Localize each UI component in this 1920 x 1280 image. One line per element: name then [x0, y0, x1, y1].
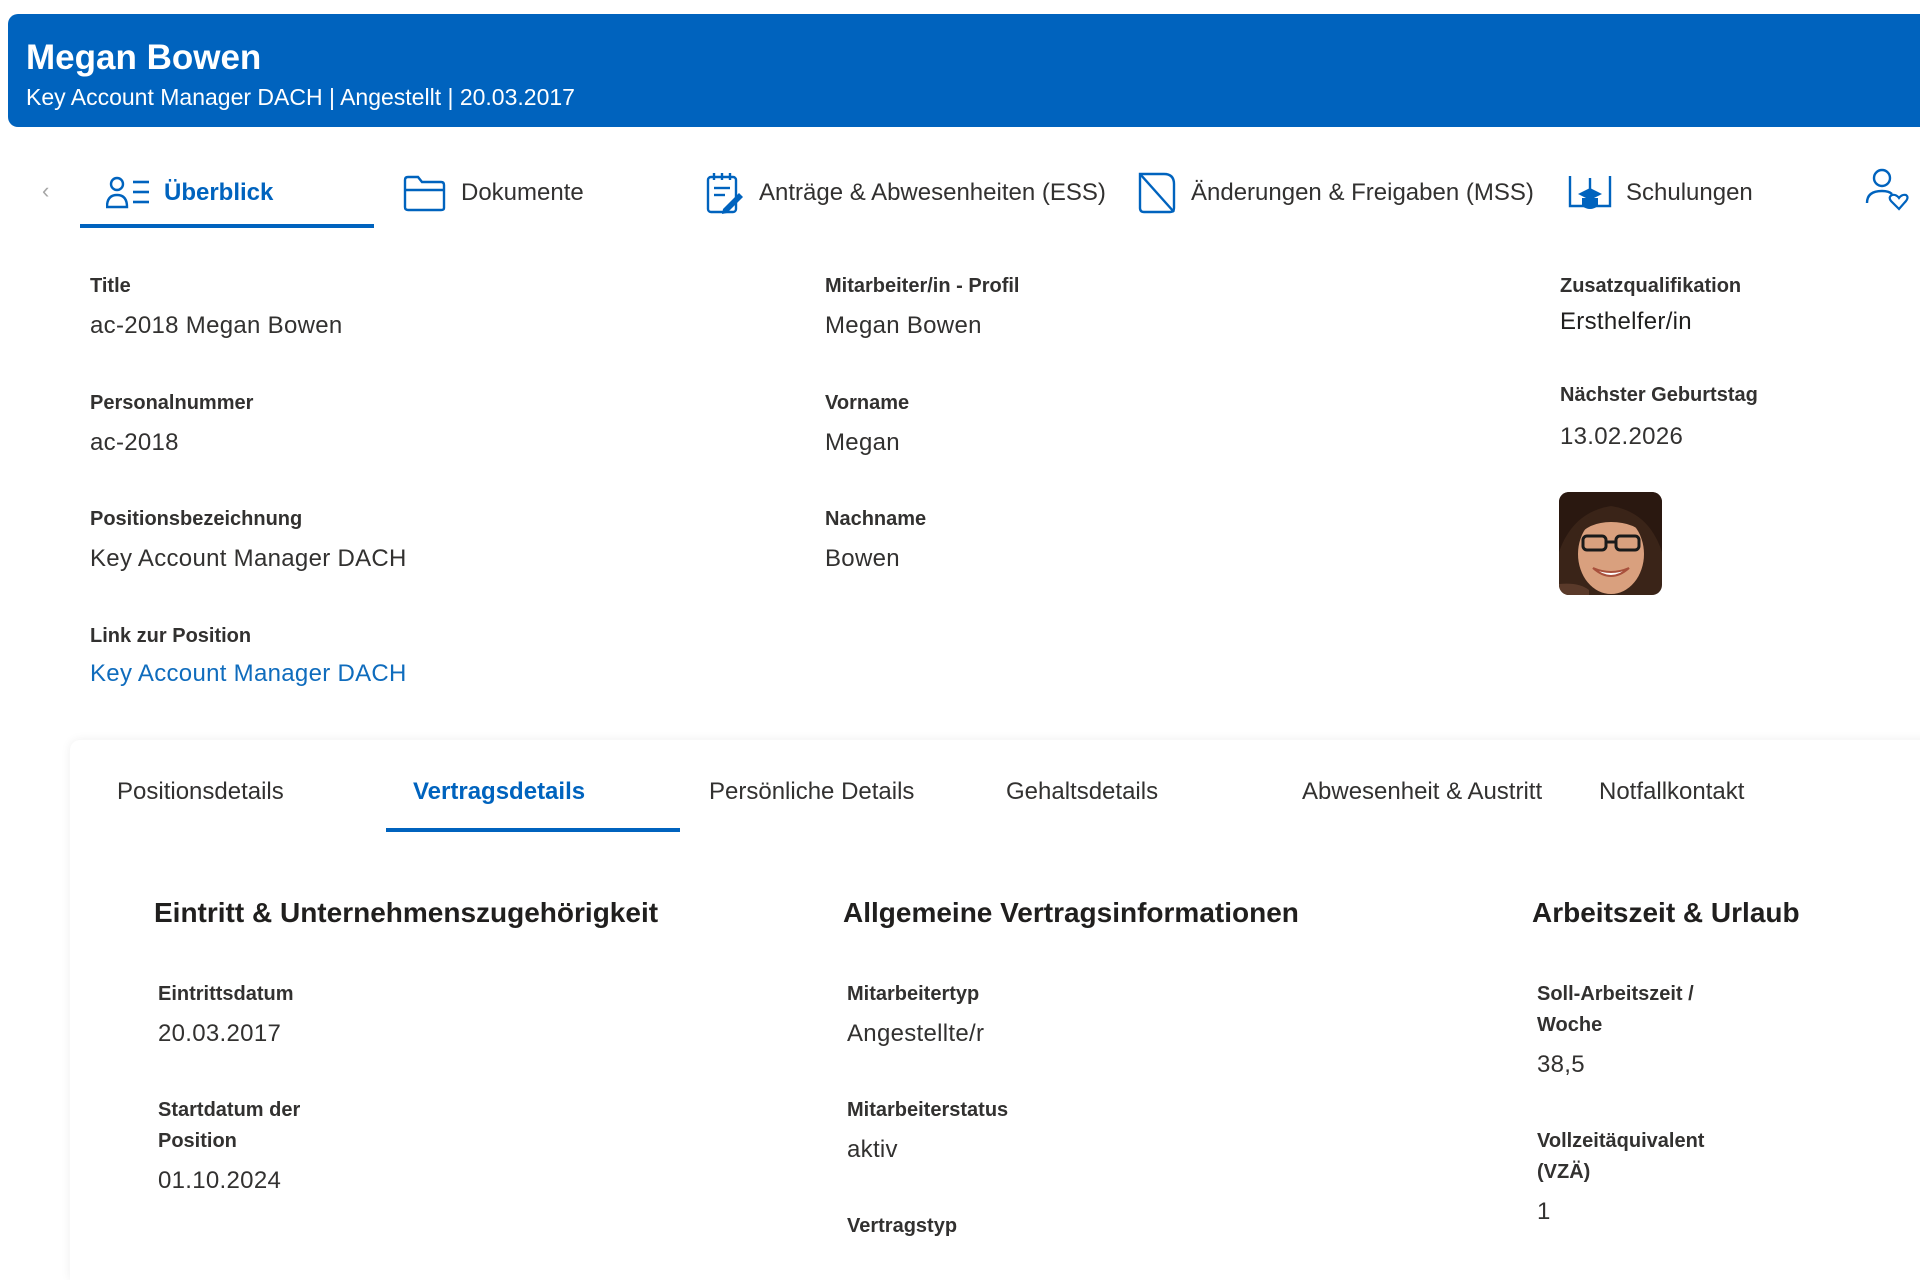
field-value: ac-2018 Megan Bowen — [90, 312, 343, 339]
field-value: Megan Bowen — [825, 312, 982, 339]
tab-label: Dokumente — [461, 179, 584, 206]
tab-antraege[interactable]: Anträge & Abwesenheiten (ESS) — [705, 160, 1106, 226]
tab-schulungen[interactable]: Schulungen — [1568, 160, 1753, 226]
active-subtab-indicator — [386, 828, 680, 832]
tab-ueberblick[interactable]: Überblick — [106, 160, 273, 226]
tab-dokumente[interactable]: Dokumente — [403, 160, 584, 226]
field-zusatzqualifikation: Zusatzqualifikation Ersthelfer/in — [1560, 271, 1741, 336]
field-vertragstyp: Vertragstyp — [847, 1211, 957, 1242]
field-label: Link zur Position — [90, 625, 252, 647]
tab-notfallkontakt[interactable]: Notfallkontakt — [1599, 778, 1744, 806]
section-title-allgemein: Allgemeine Vertragsinformationen — [843, 897, 1299, 928]
field-link-zur-position: Link zur Position Key Account Manager DA… — [90, 621, 407, 688]
field-vorname: Vorname Megan — [825, 388, 909, 457]
field-label: Vorname — [825, 392, 910, 414]
folder-icon — [403, 175, 446, 212]
field-label-line2: Position — [158, 1130, 237, 1152]
tab-label: Überblick — [164, 179, 274, 206]
field-value: 01.10.2024 — [158, 1167, 282, 1194]
tab-positionsdetails[interactable]: Positionsdetails — [117, 778, 284, 806]
field-nachname: Nachname Bowen — [825, 504, 926, 573]
tab-label: Schulungen — [1626, 179, 1753, 206]
position-link[interactable]: Key Account Manager DACH — [90, 660, 407, 688]
avatar — [1559, 492, 1662, 595]
chevron-left-icon[interactable]: ‹ — [42, 178, 49, 204]
field-startdatum-position: Startdatum der Position 01.10.2024 — [158, 1095, 300, 1195]
employee-subtitle: Key Account Manager DACH | Angestellt | … — [26, 84, 575, 110]
tab-persoenliche-details[interactable]: Persönliche Details — [709, 778, 914, 806]
field-label-line2: (VZÄ) — [1537, 1161, 1591, 1183]
field-positionsbezeichnung: Positionsbezeichnung Key Account Manager… — [90, 504, 407, 573]
tab-gehaltsdetails[interactable]: Gehaltsdetails — [1006, 778, 1158, 806]
tab-abwesenheit-austritt[interactable]: Abwesenheit & Austritt — [1302, 778, 1542, 806]
field-label: Positionsbezeichnung — [90, 508, 303, 530]
tab-aenderungen[interactable]: Änderungen & Freigaben (MSS) — [1137, 160, 1534, 226]
field-label: Mitarbeiter/in - Profil — [825, 275, 1020, 297]
field-value: 38,5 — [1537, 1051, 1585, 1078]
field-label: Personalnummer — [90, 392, 254, 414]
field-label: Nächster Geburtstag — [1560, 384, 1758, 406]
field-value: 13.02.2026 — [1560, 423, 1684, 450]
field-label-line2: Woche — [1537, 1014, 1603, 1036]
field-title: Title ac-2018 Megan Bowen — [90, 271, 343, 340]
field-label-line1: Vollzeitäquivalent — [1537, 1130, 1705, 1152]
field-label: Title — [90, 275, 131, 297]
field-label: Mitarbeiterstatus — [847, 1099, 1009, 1121]
field-personalnummer: Personalnummer ac-2018 — [90, 388, 253, 457]
employee-name: Megan Bowen — [26, 38, 262, 77]
person-heart-icon[interactable] — [1865, 167, 1909, 211]
field-soll-arbeitszeit: Soll-Arbeitszeit / Woche 38,5 — [1537, 979, 1694, 1079]
field-value: Megan — [825, 429, 900, 456]
field-label: Eintrittsdatum — [158, 983, 294, 1005]
people-list-icon — [106, 176, 149, 209]
document-fold-icon — [1138, 172, 1176, 214]
tab-label: Änderungen & Freigaben (MSS) — [1191, 179, 1534, 206]
field-value: Angestellte/r — [847, 1020, 985, 1047]
field-label: Zusatzqualifikation — [1560, 275, 1742, 297]
field-label-line1: Soll-Arbeitszeit / — [1537, 983, 1694, 1005]
field-label: Vertragstyp — [847, 1215, 958, 1237]
field-eintrittsdatum: Eintrittsdatum 20.03.2017 — [158, 979, 294, 1048]
field-value: 1 — [1537, 1198, 1551, 1225]
field-label: Nachname — [825, 508, 927, 530]
field-naechster-geburtstag: Nächster Geburtstag 13.02.2026 — [1560, 380, 1758, 451]
main-nav: ‹ Überblick Dokumente Anträge & Abwesenh… — [0, 160, 1920, 230]
field-label-line1: Startdatum der — [158, 1099, 301, 1121]
field-value: Ersthelfer/in — [1560, 308, 1692, 335]
employee-header: Megan Bowen Key Account Manager DACH | A… — [8, 14, 1920, 127]
field-mitarbeitertyp: Mitarbeitertyp Angestellte/r — [847, 979, 984, 1048]
field-value: Key Account Manager DACH — [90, 545, 407, 572]
field-profil: Mitarbeiter/in - Profil Megan Bowen — [825, 271, 1019, 340]
section-title-eintritt: Eintritt & Unternehmenszugehörigkeit — [154, 897, 659, 928]
active-tab-indicator — [80, 224, 374, 228]
notepad-edit-icon — [706, 173, 743, 214]
field-vollzeitaequivalent: Vollzeitäquivalent (VZÄ) 1 — [1537, 1126, 1704, 1226]
field-value: 20.03.2017 — [158, 1020, 282, 1047]
field-value: Bowen — [825, 545, 900, 572]
field-value: aktiv — [847, 1136, 898, 1163]
field-label: Mitarbeitertyp — [847, 983, 980, 1005]
tab-vertragsdetails[interactable]: Vertragsdetails — [413, 778, 585, 806]
book-graduation-icon — [1568, 176, 1612, 209]
section-title-arbeitszeit: Arbeitszeit & Urlaub — [1532, 897, 1800, 928]
tab-label: Anträge & Abwesenheiten (ESS) — [759, 179, 1106, 206]
field-mitarbeiterstatus: Mitarbeiterstatus aktiv — [847, 1095, 1008, 1164]
field-value: ac-2018 — [90, 429, 179, 456]
